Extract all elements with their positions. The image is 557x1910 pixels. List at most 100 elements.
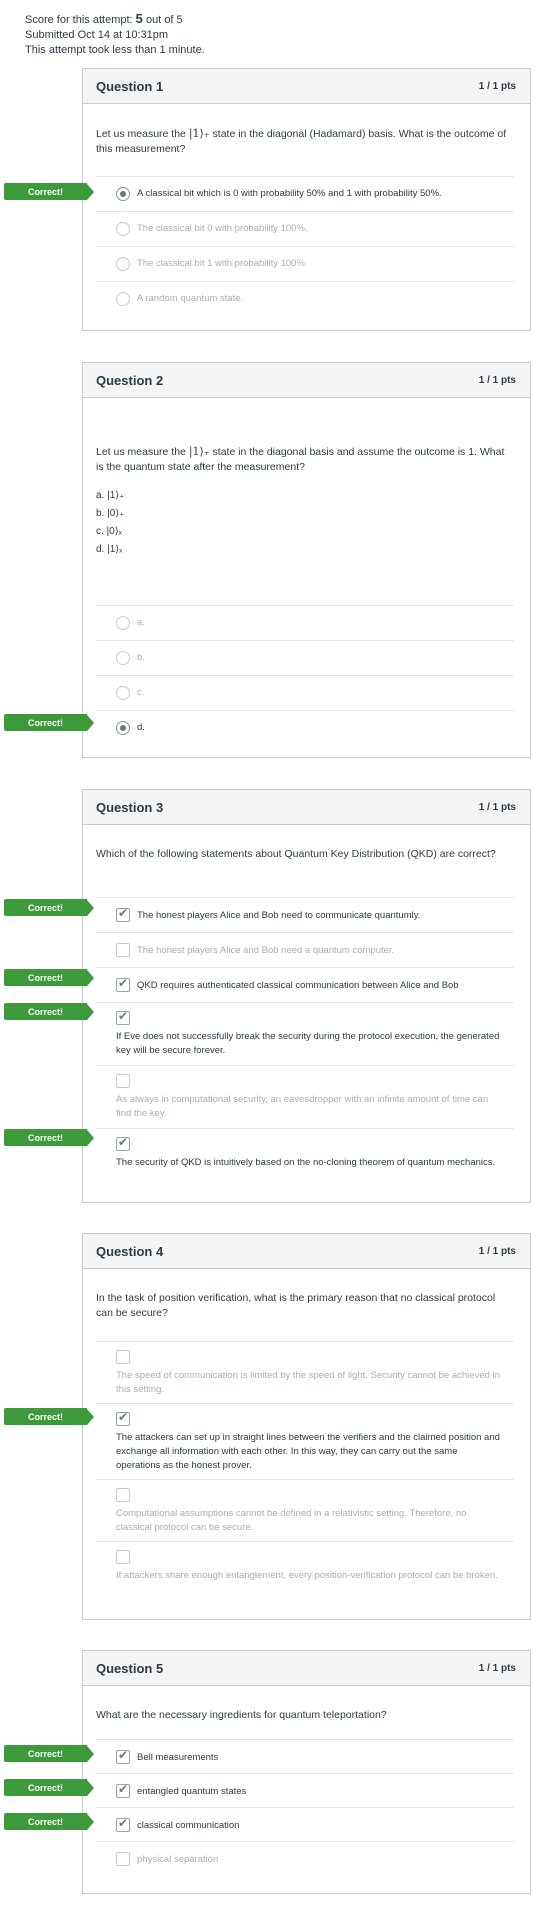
radio-selected-icon[interactable] [116, 721, 130, 735]
question-header: Question 5 1 / 1 pts [83, 1651, 530, 1686]
attempt-duration: This attempt took less than 1 minute. [25, 44, 205, 56]
checkbox-icon[interactable] [116, 1550, 130, 1564]
answer-option[interactable]: entangled quantum states [96, 1773, 514, 1807]
flag-arrow-icon [87, 1129, 94, 1146]
option-c: c. |0⟩ₓ [96, 526, 122, 537]
flag-arrow-icon [87, 1813, 94, 1830]
question-header: Question 2 1 / 1 pts [83, 363, 530, 398]
answer-option[interactable]: Computational assumptions cannot be defi… [96, 1479, 514, 1541]
question-text: Let us measure the |1⟩₊ state in the dia… [96, 445, 505, 473]
checkbox-icon[interactable] [116, 1852, 130, 1866]
answer-option[interactable]: Bell measurements [96, 1739, 514, 1773]
option-a: a. |1⟩₊ [96, 490, 125, 501]
attempt-summary: Score for this attempt: 5 out of 5 Submi… [25, 11, 205, 58]
radio-icon[interactable] [116, 686, 130, 700]
score-line: Score for this attempt: 5 out of 5 [25, 11, 183, 26]
question-points: 1 / 1 pts [478, 1662, 516, 1674]
option-b: b. |0⟩₊ [96, 508, 125, 519]
checkbox-icon[interactable] [116, 1488, 130, 1502]
correct-flag: Correct! [4, 1003, 94, 1020]
correct-flag: Correct! [4, 1129, 94, 1146]
radio-selected-icon[interactable] [116, 187, 130, 201]
answer-option[interactable]: If attackers share enough entanglement, … [96, 1541, 514, 1603]
answer-option[interactable]: If Eve does not successfully break the s… [96, 1002, 514, 1065]
checkbox-checked-icon[interactable] [116, 1816, 130, 1832]
ket-symbol: |1⟩₊ [188, 445, 210, 458]
answer-option[interactable]: The classical bit 0 with probability 100… [96, 211, 514, 246]
question-title: Question 1 [96, 78, 164, 94]
radio-icon[interactable] [116, 222, 130, 236]
flag-arrow-icon [87, 899, 94, 916]
correct-flag: Correct! [4, 899, 94, 916]
answer-list: a. b. c. d. [96, 605, 514, 745]
checkbox-checked-icon[interactable] [116, 1009, 130, 1025]
question-text: Let us measure the |1⟩₊ state in the dia… [96, 127, 507, 155]
question-5: Question 5 1 / 1 pts What are the necess… [82, 1650, 531, 1894]
question-title: Question 4 [96, 1243, 164, 1259]
question-header: Question 3 1 / 1 pts [83, 790, 530, 825]
question-header: Question 4 1 / 1 pts [83, 1234, 530, 1269]
flag-arrow-icon [87, 969, 94, 986]
option-d: d. |1⟩ₓ [96, 544, 123, 555]
answer-option[interactable]: The classical bit 1 with probability 100… [96, 246, 514, 281]
answer-list: Bell measurements entangled quantum stat… [96, 1739, 514, 1875]
answer-option[interactable]: b. [96, 640, 514, 675]
flag-arrow-icon [87, 183, 94, 200]
question-points: 1 / 1 pts [478, 80, 516, 92]
correct-flag: Correct! [4, 1779, 94, 1796]
flag-arrow-icon [87, 714, 94, 731]
checkbox-checked-icon[interactable] [116, 1782, 130, 1798]
answer-option[interactable]: physical separation [96, 1841, 514, 1875]
correct-flag: Correct! [4, 1813, 94, 1830]
question-points: 1 / 1 pts [478, 374, 516, 386]
checkbox-checked-icon[interactable] [116, 1410, 130, 1426]
score-value: 5 [135, 11, 143, 26]
question-2: Question 2 1 / 1 pts Let us measure the … [82, 362, 531, 758]
correct-flag: Correct! [4, 969, 94, 986]
question-title: Question 2 [96, 372, 164, 388]
flag-arrow-icon [87, 1003, 94, 1020]
flag-arrow-icon [87, 1779, 94, 1796]
answer-option[interactable]: The speed of communication is limited by… [96, 1341, 514, 1403]
answer-option[interactable]: A random quantum state. [96, 281, 514, 316]
question-text: Which of the following statements about … [96, 848, 496, 860]
ket-symbol: |1⟩₊ [188, 127, 210, 140]
radio-icon[interactable] [116, 292, 130, 306]
correct-flag: Correct! [4, 183, 94, 200]
question-title: Question 5 [96, 1660, 164, 1676]
answer-option[interactable]: d. [96, 710, 514, 745]
checkbox-checked-icon[interactable] [116, 976, 130, 992]
checkbox-checked-icon[interactable] [116, 906, 130, 922]
question-4: Question 4 1 / 1 pts In the task of posi… [82, 1233, 531, 1620]
flag-arrow-icon [87, 1408, 94, 1425]
checkbox-checked-icon[interactable] [116, 1135, 130, 1151]
answer-option[interactable]: A classical bit which is 0 with probabil… [96, 176, 514, 211]
answer-option[interactable]: c. [96, 675, 514, 710]
answer-option[interactable]: a. [96, 605, 514, 640]
radio-icon[interactable] [116, 651, 130, 665]
correct-flag: Correct! [4, 1408, 94, 1425]
checkbox-icon[interactable] [116, 1074, 130, 1088]
answer-option[interactable]: The security of QKD is intuitively based… [96, 1128, 514, 1191]
question-header: Question 1 1 / 1 pts [83, 69, 530, 104]
submitted-time: Submitted Oct 14 at 10:31pm [25, 29, 169, 41]
answer-list: The honest players Alice and Bob need to… [96, 897, 514, 1191]
answer-option[interactable]: The honest players Alice and Bob need a … [96, 932, 514, 967]
correct-flag: Correct! [4, 714, 94, 731]
question-title: Question 3 [96, 799, 164, 815]
answer-option[interactable]: The attackers can set up in straight lin… [96, 1403, 514, 1479]
question-text: In the task of position verification, wh… [96, 1292, 496, 1319]
checkbox-checked-icon[interactable] [116, 1748, 130, 1764]
answer-option[interactable]: As always in computational security, an … [96, 1065, 514, 1128]
radio-icon[interactable] [116, 616, 130, 630]
answer-option[interactable]: classical communication [96, 1807, 514, 1841]
answer-option[interactable]: The honest players Alice and Bob need to… [96, 897, 514, 932]
answer-list: The speed of communication is limited by… [96, 1341, 514, 1603]
answer-option[interactable]: QKD requires authenticated classical com… [96, 967, 514, 1002]
question-points: 1 / 1 pts [478, 1245, 516, 1257]
flag-arrow-icon [87, 1745, 94, 1762]
question-1: Question 1 1 / 1 pts Let us measure the … [82, 68, 531, 331]
checkbox-icon[interactable] [116, 943, 130, 957]
checkbox-icon[interactable] [116, 1350, 130, 1364]
radio-icon[interactable] [116, 257, 130, 271]
